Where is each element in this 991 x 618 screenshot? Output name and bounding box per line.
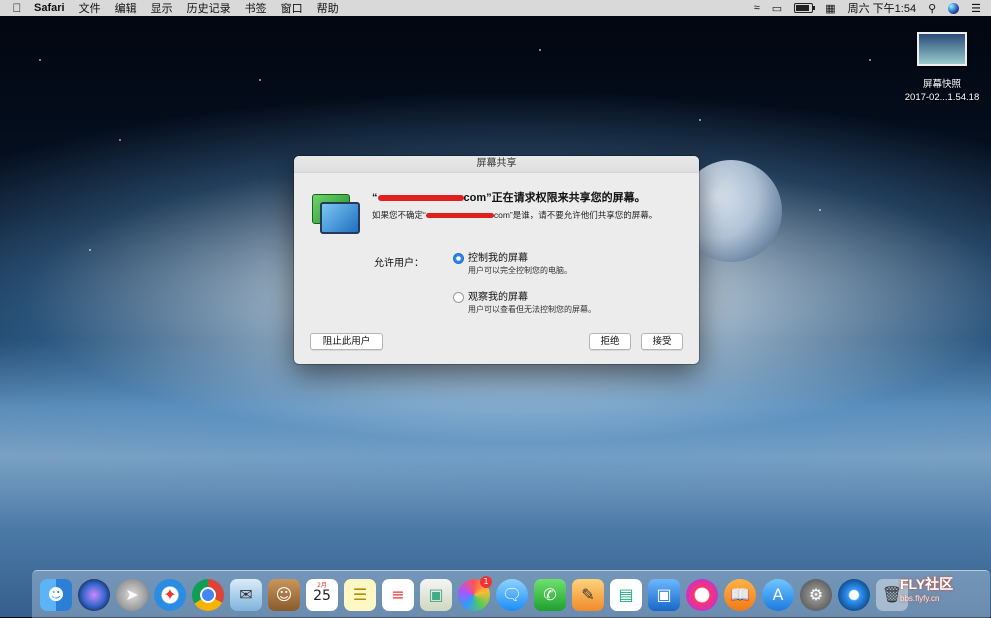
clock[interactable]: 周六 下午1:54 [848, 0, 916, 16]
flash-app-icon[interactable] [838, 578, 870, 611]
facetime-icon[interactable]: ✆ [534, 578, 566, 611]
photos-badge: 1 [480, 575, 492, 588]
option-control-screen[interactable]: 控制我的屏幕 用户可以完全控制您的电脑。 [453, 252, 572, 277]
messages-icon[interactable]: 🗨 [496, 578, 528, 611]
menu-bar-left:  Safari 文件 编辑 显示 历史记录 书签 窗口 帮助 [0, 0, 353, 16]
menu-view[interactable]: 显示 [151, 0, 173, 16]
notes-icon[interactable]: ☰ [344, 578, 376, 611]
notification-center-icon[interactable]: ☰ [971, 2, 981, 15]
system-preferences-icon[interactable]: ⚙ [800, 578, 832, 611]
menu-bar-status: ≈ ▭ ▦ 周六 下午1:54 ⚲ ☰ [754, 0, 991, 16]
spotlight-search-icon[interactable]: ⚲ [928, 2, 936, 15]
input-method-icon[interactable]: ▦ [825, 2, 835, 15]
redacted-host-mark [377, 195, 464, 202]
preview-icon[interactable]: ▣ [420, 578, 452, 611]
option-title: 观察我的屏幕 [468, 292, 528, 303]
desktop-file-name: 屏幕快照 [922, 79, 961, 90]
option-description: 用户可以查看但无法控制您的屏幕。 [468, 305, 596, 314]
menu-bar:  Safari 文件 编辑 显示 历史记录 书签 窗口 帮助 ≈ ▭ ▦ 周六… [0, 0, 991, 16]
mail-icon[interactable]: ✉ [230, 578, 262, 611]
radio-control-screen[interactable] [453, 253, 464, 264]
menu-help[interactable]: 帮助 [317, 0, 339, 16]
menu-window[interactable]: 窗口 [281, 0, 303, 16]
apple-menu-icon[interactable]:  [0, 1, 34, 15]
desktop-screenshot-file[interactable]: 屏幕快照 2017-02...1.54.18 [896, 32, 988, 104]
menu-file[interactable]: 文件 [79, 0, 101, 16]
dialog-title: 屏幕共享 [294, 156, 699, 173]
app-store-icon[interactable]: A [762, 578, 794, 611]
photos-icon[interactable]: 1 [458, 575, 492, 611]
reminders-icon[interactable]: ≡ [382, 578, 414, 611]
menu-edit[interactable]: 编辑 [115, 0, 137, 16]
dialog-heading: “ com”正在请求权限来共享您的屏幕。 [372, 189, 646, 205]
launchpad-icon[interactable]: ➤ [116, 578, 148, 611]
warning-text-start: 如果您不确定“ [372, 210, 426, 220]
app-menu[interactable]: Safari [34, 2, 65, 14]
menu-history[interactable]: 历史记录 [187, 0, 231, 16]
ibooks-icon[interactable]: 📖 [724, 578, 756, 611]
decline-button[interactable]: 拒绝 [589, 333, 631, 350]
screen-sharing-dialog: 屏幕共享 “ com”正在请求权限来共享您的屏幕。 如果您不确定“ com”是谁，请… [294, 156, 699, 364]
pages-icon[interactable]: ✎ [572, 578, 604, 611]
keynote-icon[interactable]: ▣ [648, 578, 680, 611]
desktop-file-date: 2017-02...1.54.18 [904, 92, 980, 103]
contacts-icon[interactable]: ☺ [268, 578, 300, 611]
option-observe-screen[interactable]: 观察我的屏幕 用户可以查看但无法控制您的屏幕。 [453, 291, 596, 316]
airplay-icon[interactable]: ▭ [772, 2, 782, 15]
redacted-host-mark [425, 213, 494, 219]
allow-user-label: 允许用户： [374, 258, 424, 269]
accept-button[interactable]: 接受 [641, 333, 683, 350]
dialog-warning: 如果您不确定“ com”是谁，请不要允许他们共享您的屏幕。 [372, 209, 657, 221]
itunes-icon[interactable]: ♫ [686, 578, 718, 611]
siri-dock-icon[interactable] [78, 578, 110, 611]
screenshot-thumbnail-icon [917, 32, 967, 66]
radio-observe-screen[interactable] [453, 292, 464, 303]
warning-text-end: com”是谁，请不要允许他们共享您的屏幕。 [493, 210, 658, 220]
heading-quote: “ [372, 192, 378, 204]
numbers-icon[interactable]: ▤ [610, 578, 642, 611]
option-description: 用户可以完全控制您的电脑。 [468, 266, 572, 275]
calendar-icon[interactable]: 25 [306, 569, 338, 611]
block-user-button[interactable]: 阻止此用户 [310, 333, 383, 350]
chrome-icon[interactable] [192, 578, 224, 611]
safari-icon[interactable]: ✦ [154, 578, 186, 611]
watermark-site: bbs.flyfy.cn [900, 594, 940, 603]
option-title: 控制我的屏幕 [468, 253, 528, 264]
siri-icon[interactable] [948, 2, 960, 14]
fly-community-watermark: FLY社区 bbs.flyfy.cn [900, 574, 953, 603]
finder-icon[interactable]: ☻ [40, 578, 72, 611]
heading-text: com”正在请求权限来共享您的屏幕。 [463, 192, 646, 204]
wifi-icon[interactable]: ≈ [754, 2, 760, 14]
battery-icon[interactable] [794, 3, 816, 13]
dock: ☻ ➤ ✦ ✉ ☺ 25 ☰ ≡ ▣ 1 🗨 ✆ ✎ ▤ ▣ ♫ 📖 A ⚙ 🗑 [32, 569, 990, 618]
watermark-title: FLY社区 [900, 576, 954, 592]
screen-sharing-app-icon [312, 194, 360, 234]
menu-bookmarks[interactable]: 书签 [245, 0, 267, 16]
